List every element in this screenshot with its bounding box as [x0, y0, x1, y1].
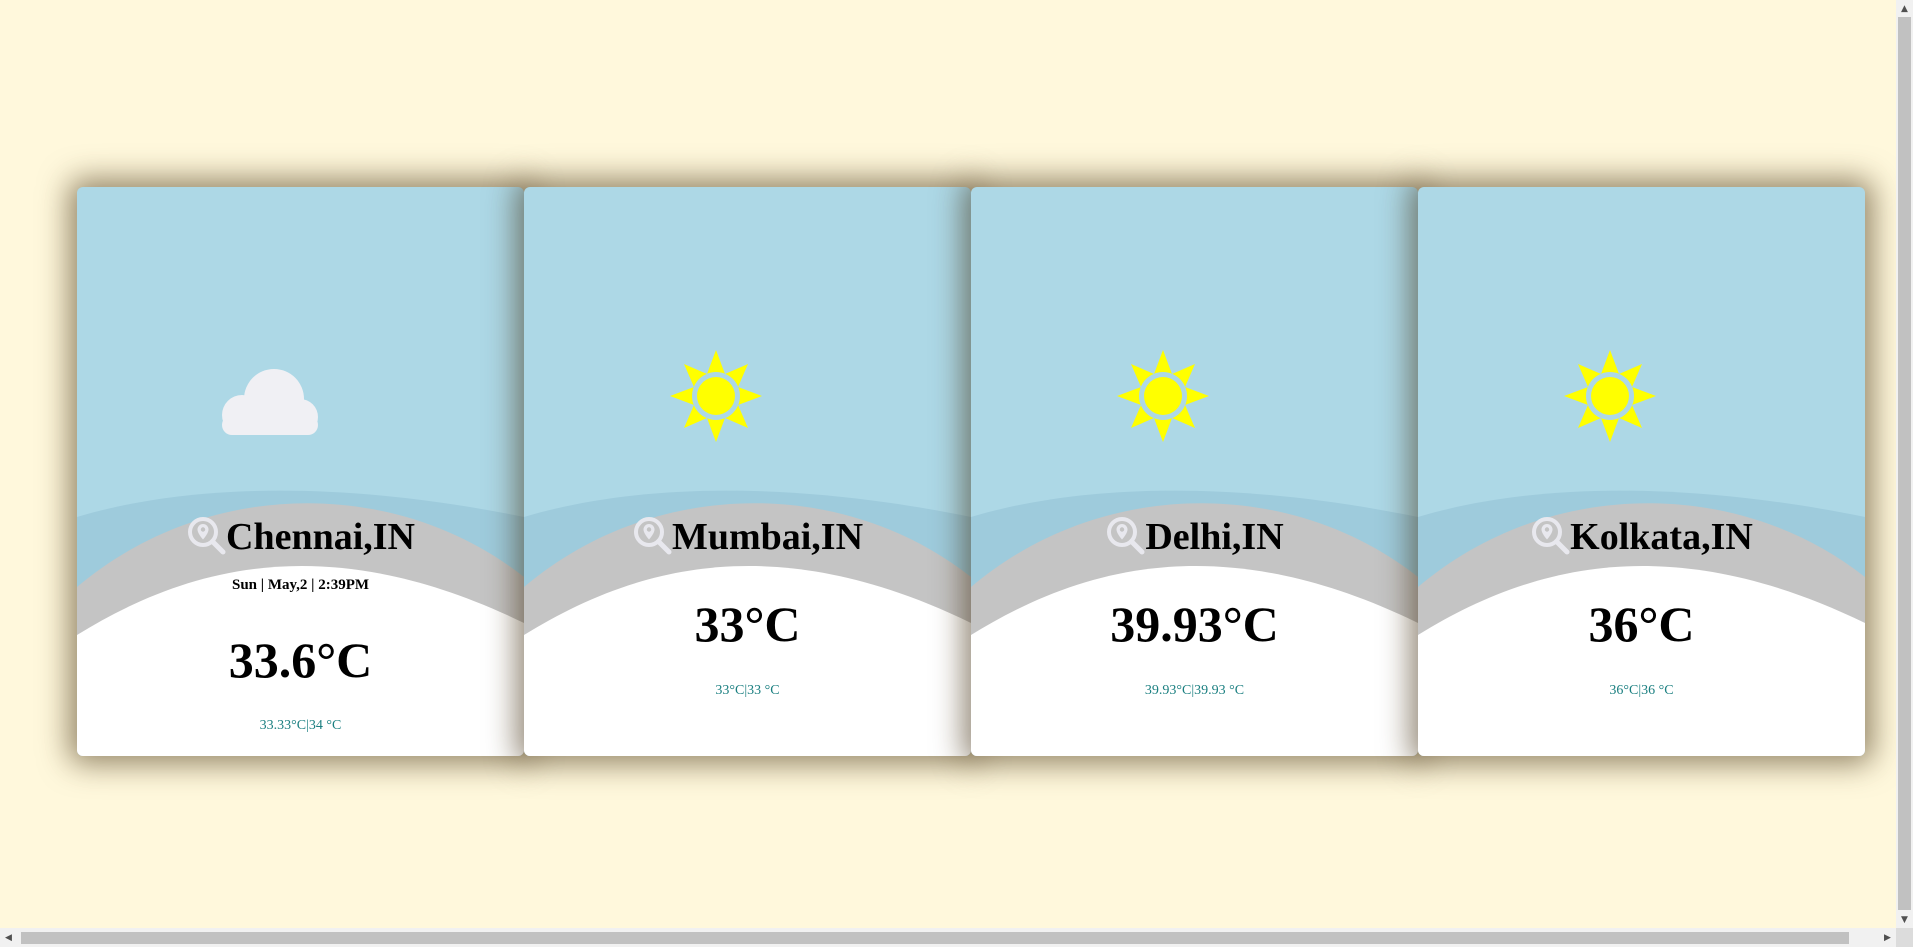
temperature: 33°C	[694, 596, 801, 652]
min-max-temperature: 33°C|33 °C	[715, 683, 780, 698]
min-max-temperature: 33.33°C|34 °C	[259, 718, 342, 733]
city-name: Kolkata,IN	[1570, 516, 1753, 558]
sun-icon	[670, 350, 762, 442]
weather-cards: Chennai,IN Sun | May,2 | 2:39PM 33.6°C 3…	[77, 187, 1865, 756]
location-header: Mumbai,IN	[524, 517, 971, 557]
cloud-icon	[222, 369, 318, 435]
scroll-up-arrow-icon[interactable]: ▲	[1896, 0, 1913, 17]
temperature: 39.93°C	[1110, 596, 1279, 652]
card-background-waves	[1418, 490, 1865, 756]
city-name: Delhi,IN	[1145, 516, 1284, 558]
page: Chennai,IN Sun | May,2 | 2:39PM 33.6°C 3…	[0, 0, 1913, 947]
location-search-icon[interactable]	[186, 515, 226, 555]
min-max-temperature: 36°C|36 °C	[1609, 683, 1674, 698]
weather-card-chennai: Chennai,IN Sun | May,2 | 2:39PM 33.6°C 3…	[77, 187, 524, 756]
city-name: Chennai,IN	[226, 516, 415, 558]
location-search-icon[interactable]	[1105, 515, 1145, 555]
location-search-icon[interactable]	[632, 515, 672, 555]
date-time: Sun | May,2 | 2:39PM	[231, 577, 370, 593]
location-header: Kolkata,IN	[1418, 517, 1865, 557]
city-name: Mumbai,IN	[671, 516, 864, 558]
location-header: Chennai,IN	[77, 517, 524, 557]
vertical-scrollbar-thumb[interactable]	[1898, 17, 1911, 910]
min-max-temperature: 39.93°C|39.93 °C	[1144, 683, 1245, 698]
horizontal-scrollbar[interactable]: ◀ ▶	[0, 928, 1896, 947]
temperature: 33.6°C	[228, 632, 373, 688]
sun-icon	[1117, 350, 1209, 442]
weather-card-delhi: Delhi,IN 39.93°C 39.93°C|39.93 °C	[971, 187, 1418, 756]
scrollbar-corner	[1896, 928, 1913, 947]
weather-card-kolkata: Kolkata,IN 36°C 36°C|36 °C	[1418, 187, 1865, 756]
horizontal-scrollbar-thumb[interactable]	[21, 932, 1849, 944]
scroll-right-arrow-icon[interactable]: ▶	[1879, 928, 1896, 947]
temperature: 36°C	[1588, 596, 1695, 652]
sun-icon	[1564, 350, 1656, 442]
location-header: Delhi,IN	[971, 517, 1418, 557]
weather-card-mumbai: Mumbai,IN 33°C 33°C|33 °C	[524, 187, 971, 756]
scroll-down-arrow-icon[interactable]: ▼	[1896, 911, 1913, 928]
card-background-waves	[524, 490, 971, 756]
vertical-scrollbar[interactable]: ▲ ▼	[1896, 0, 1913, 928]
card-background-waves	[971, 490, 1418, 756]
location-search-icon[interactable]	[1530, 515, 1570, 555]
scroll-left-arrow-icon[interactable]: ◀	[0, 928, 17, 947]
